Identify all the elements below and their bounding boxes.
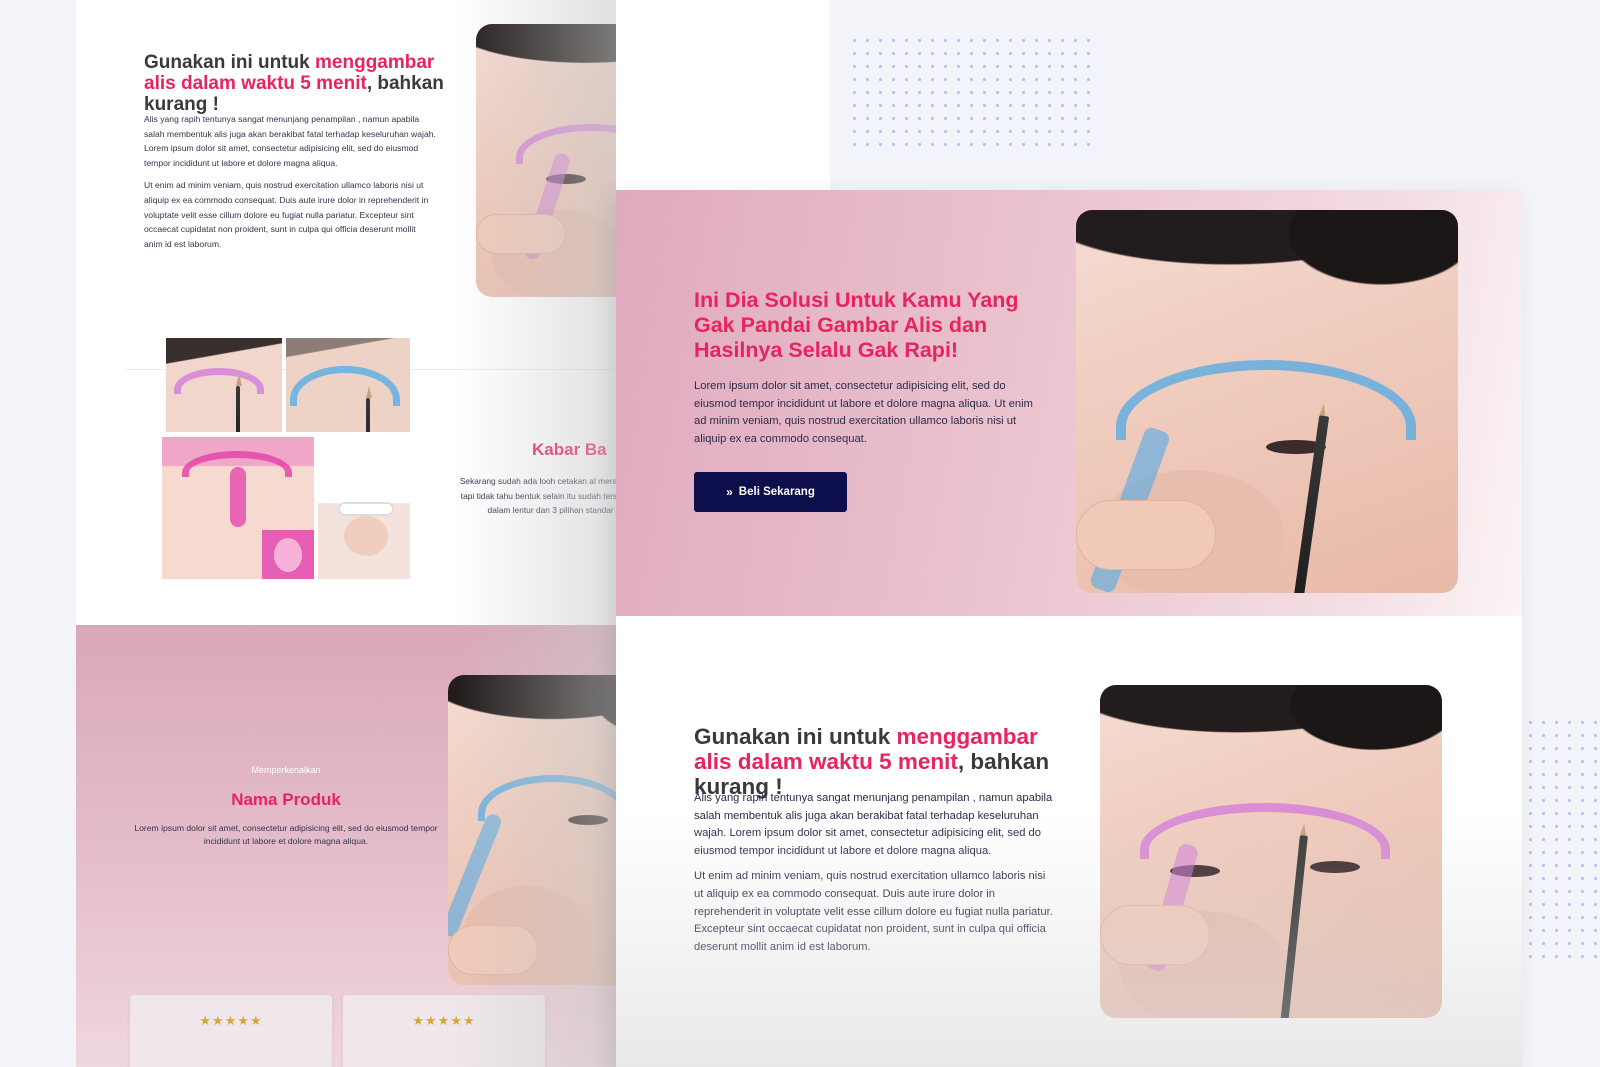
hero-photo [1076, 210, 1458, 593]
brow-stencil-stem [448, 812, 504, 939]
pencil [236, 374, 242, 432]
finger [1100, 905, 1210, 965]
finger [1076, 500, 1216, 570]
double-chevron-right-icon: » [726, 485, 733, 499]
dot-pattern-top [848, 34, 1098, 154]
eye [1310, 861, 1360, 873]
hero-title: Ini Dia Solusi Untuk Kamu Yang Gak Panda… [694, 288, 1019, 362]
finger [476, 214, 566, 254]
collage-photo [318, 470, 410, 579]
back-page-preview: Gunakan ini untuk menggambar alis dalam … [76, 0, 616, 1067]
collage-photo [166, 338, 282, 432]
news-title: Kabar Ba [532, 440, 607, 459]
review-card: ★★★★★ [343, 995, 545, 1067]
section-heading: Gunakan ini untuk menggambar alis dalam … [694, 724, 1074, 799]
brow-stencil-stem [230, 467, 246, 527]
section-body: Alis yang rapih tentunya sangat menunjan… [694, 790, 1054, 956]
hero-section: Ini Dia Solusi Untuk Kamu Yang Gak Panda… [616, 190, 1522, 616]
cartoon-illustration [262, 530, 314, 579]
cartoon-face [274, 538, 302, 572]
rating-stars: ★★★★★ [199, 1013, 263, 1028]
product-photo [1100, 685, 1442, 1018]
hero-description: Lorem ipsum dolor sit amet, consectetur … [694, 380, 1033, 445]
paragraph: Ut enim ad minim veniam, quis nostrud ex… [694, 870, 1053, 953]
back-page-preview-extension [616, 0, 830, 190]
pencil [1280, 835, 1308, 1018]
brow-stencil [1116, 360, 1416, 440]
heading-prefix: Gunakan ini untuk [694, 724, 897, 749]
product-intro: Memperkenalkan [251, 765, 321, 775]
section-body: Alis yang rapih tentunya sangat menunjan… [144, 112, 436, 251]
review-card: ★★★★★ [130, 995, 332, 1067]
product-section: Memperkenalkan Nama Produk Lorem ipsum d… [76, 625, 616, 1067]
rating-stars: ★★★★★ [412, 1013, 476, 1028]
news-body: Sekarang sudah ada looh cetakan al merap… [459, 476, 616, 516]
brow-stencil [478, 775, 616, 821]
product-description: Lorem ipsum dolor sit amet, consectetur … [134, 823, 438, 846]
heading-prefix: Gunakan ini untuk [144, 52, 316, 73]
dot-pattern-right [1524, 716, 1600, 966]
brow-stencil [290, 366, 400, 406]
headband [338, 502, 394, 516]
section-heading: Gunakan ini untuk menggambar alis dalam … [144, 52, 444, 115]
paragraph: Alis yang rapih tentunya sangat menunjan… [694, 792, 1053, 857]
brow-stencil [174, 368, 264, 394]
product-photo [476, 24, 616, 297]
paragraph: Alis yang rapih tentunya sangat menunjan… [144, 114, 436, 168]
buy-now-label: Beli Sekarang [738, 486, 815, 498]
product-name: Nama Produk [231, 790, 341, 809]
product-photo [448, 675, 616, 985]
front-page-preview: Ini Dia Solusi Untuk Kamu Yang Gak Panda… [616, 190, 1522, 1067]
finger [448, 925, 538, 975]
buy-now-button[interactable]: » Beli Sekarang [694, 472, 847, 512]
collage-photo [286, 338, 410, 432]
pencil [366, 386, 372, 432]
face [344, 516, 388, 556]
paragraph: Ut enim ad minim veniam, quis nostrud ex… [144, 180, 429, 249]
